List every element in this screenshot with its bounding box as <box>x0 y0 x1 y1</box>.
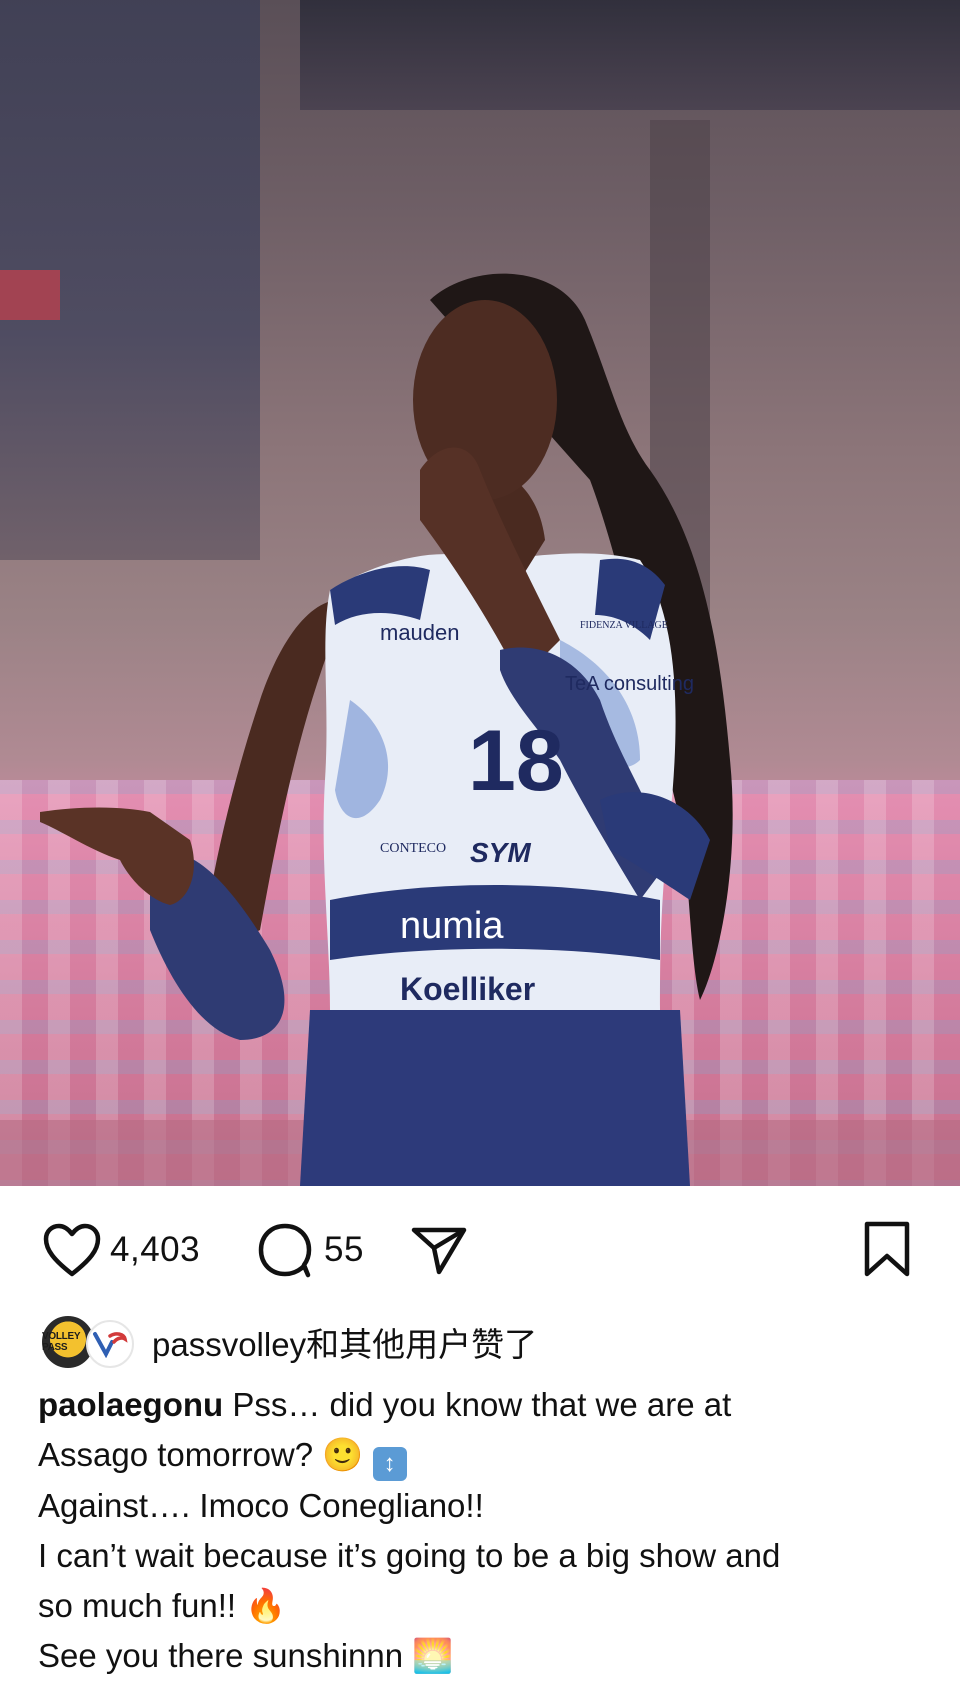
caption-line-5: so much fun!! 🔥 <box>38 1581 928 1631</box>
up-down-arrow-emoji: ↕ <box>372 1447 407 1481</box>
sponsor-conteco: CONTECO <box>380 841 446 856</box>
caption-text-6: See you there sunshinnn <box>38 1637 413 1674</box>
save-button[interactable] <box>862 1220 912 1278</box>
caption-text-2: Assago tomorrow? <box>38 1436 323 1473</box>
paper-plane-icon[interactable] <box>410 1224 468 1276</box>
post-photo[interactable]: 18 mauden FIDENZA VILLAGE TeA consulting… <box>0 0 960 1186</box>
like-count[interactable]: 4,403 <box>110 1230 200 1270</box>
liked-by-avatars[interactable]: VOLLEY PASS <box>40 1314 146 1370</box>
bookmark-icon[interactable] <box>862 1220 912 1278</box>
athlete-figure: 18 mauden FIDENZA VILLAGE TeA consulting… <box>40 273 733 1186</box>
sponsor-mauden: mauden <box>380 620 460 645</box>
caption-line-1: paolaegonu Pss… did you know that we are… <box>38 1380 928 1430</box>
v-logo-icon <box>93 1332 128 1358</box>
caption-line-6: See you there sunshinnn 🌅 <box>38 1631 928 1681</box>
heart-icon[interactable] <box>42 1222 102 1278</box>
sponsor-fidenza: FIDENZA VILLAGE <box>580 620 668 631</box>
post-caption: paolaegonu Pss… did you know that we are… <box>38 1380 928 1681</box>
jersey-number: 18 <box>468 713 564 809</box>
share-button[interactable] <box>410 1224 468 1276</box>
liked-by-row[interactable]: VOLLEY PASS passvolley和其他用户赞了 <box>40 1314 537 1370</box>
sponsor-koelliker: Koelliker <box>400 971 535 1007</box>
smile-emoji: 🙂 <box>322 1436 364 1473</box>
caption-line-4: I can’t wait because it’s going to be a … <box>38 1537 781 1574</box>
comment-bubble-icon[interactable] <box>256 1222 316 1278</box>
comment-button[interactable]: 55 <box>256 1222 364 1278</box>
sponsor-numia: numia <box>400 905 504 947</box>
caption-text-1: Pss… did you know that we are at <box>223 1386 732 1423</box>
caption-line-2: Assago tomorrow? 🙂 ↕ <box>38 1430 928 1481</box>
caption-text-5: so much fun!! <box>38 1587 246 1624</box>
liked-by-text[interactable]: passvolley和其他用户赞了 <box>152 1318 537 1366</box>
sponsor-sym: SYM <box>470 837 531 868</box>
avatar-second-user[interactable] <box>86 1320 134 1368</box>
sunrise-emoji: 🌅 <box>412 1637 454 1674</box>
sponsor-tea: TeA consulting <box>565 673 694 695</box>
caption-truncation-fade[interactable] <box>453 1635 554 1675</box>
like-button[interactable]: 4,403 <box>42 1222 200 1278</box>
post-action-bar: 4,403 55 <box>0 1212 960 1282</box>
caption-username[interactable]: paolaegonu <box>38 1386 223 1423</box>
comment-count[interactable]: 55 <box>324 1230 364 1270</box>
caption-line-3: Against…. Imoco Conegliano!! <box>38 1487 484 1524</box>
fire-emoji: 🔥 <box>245 1587 287 1624</box>
